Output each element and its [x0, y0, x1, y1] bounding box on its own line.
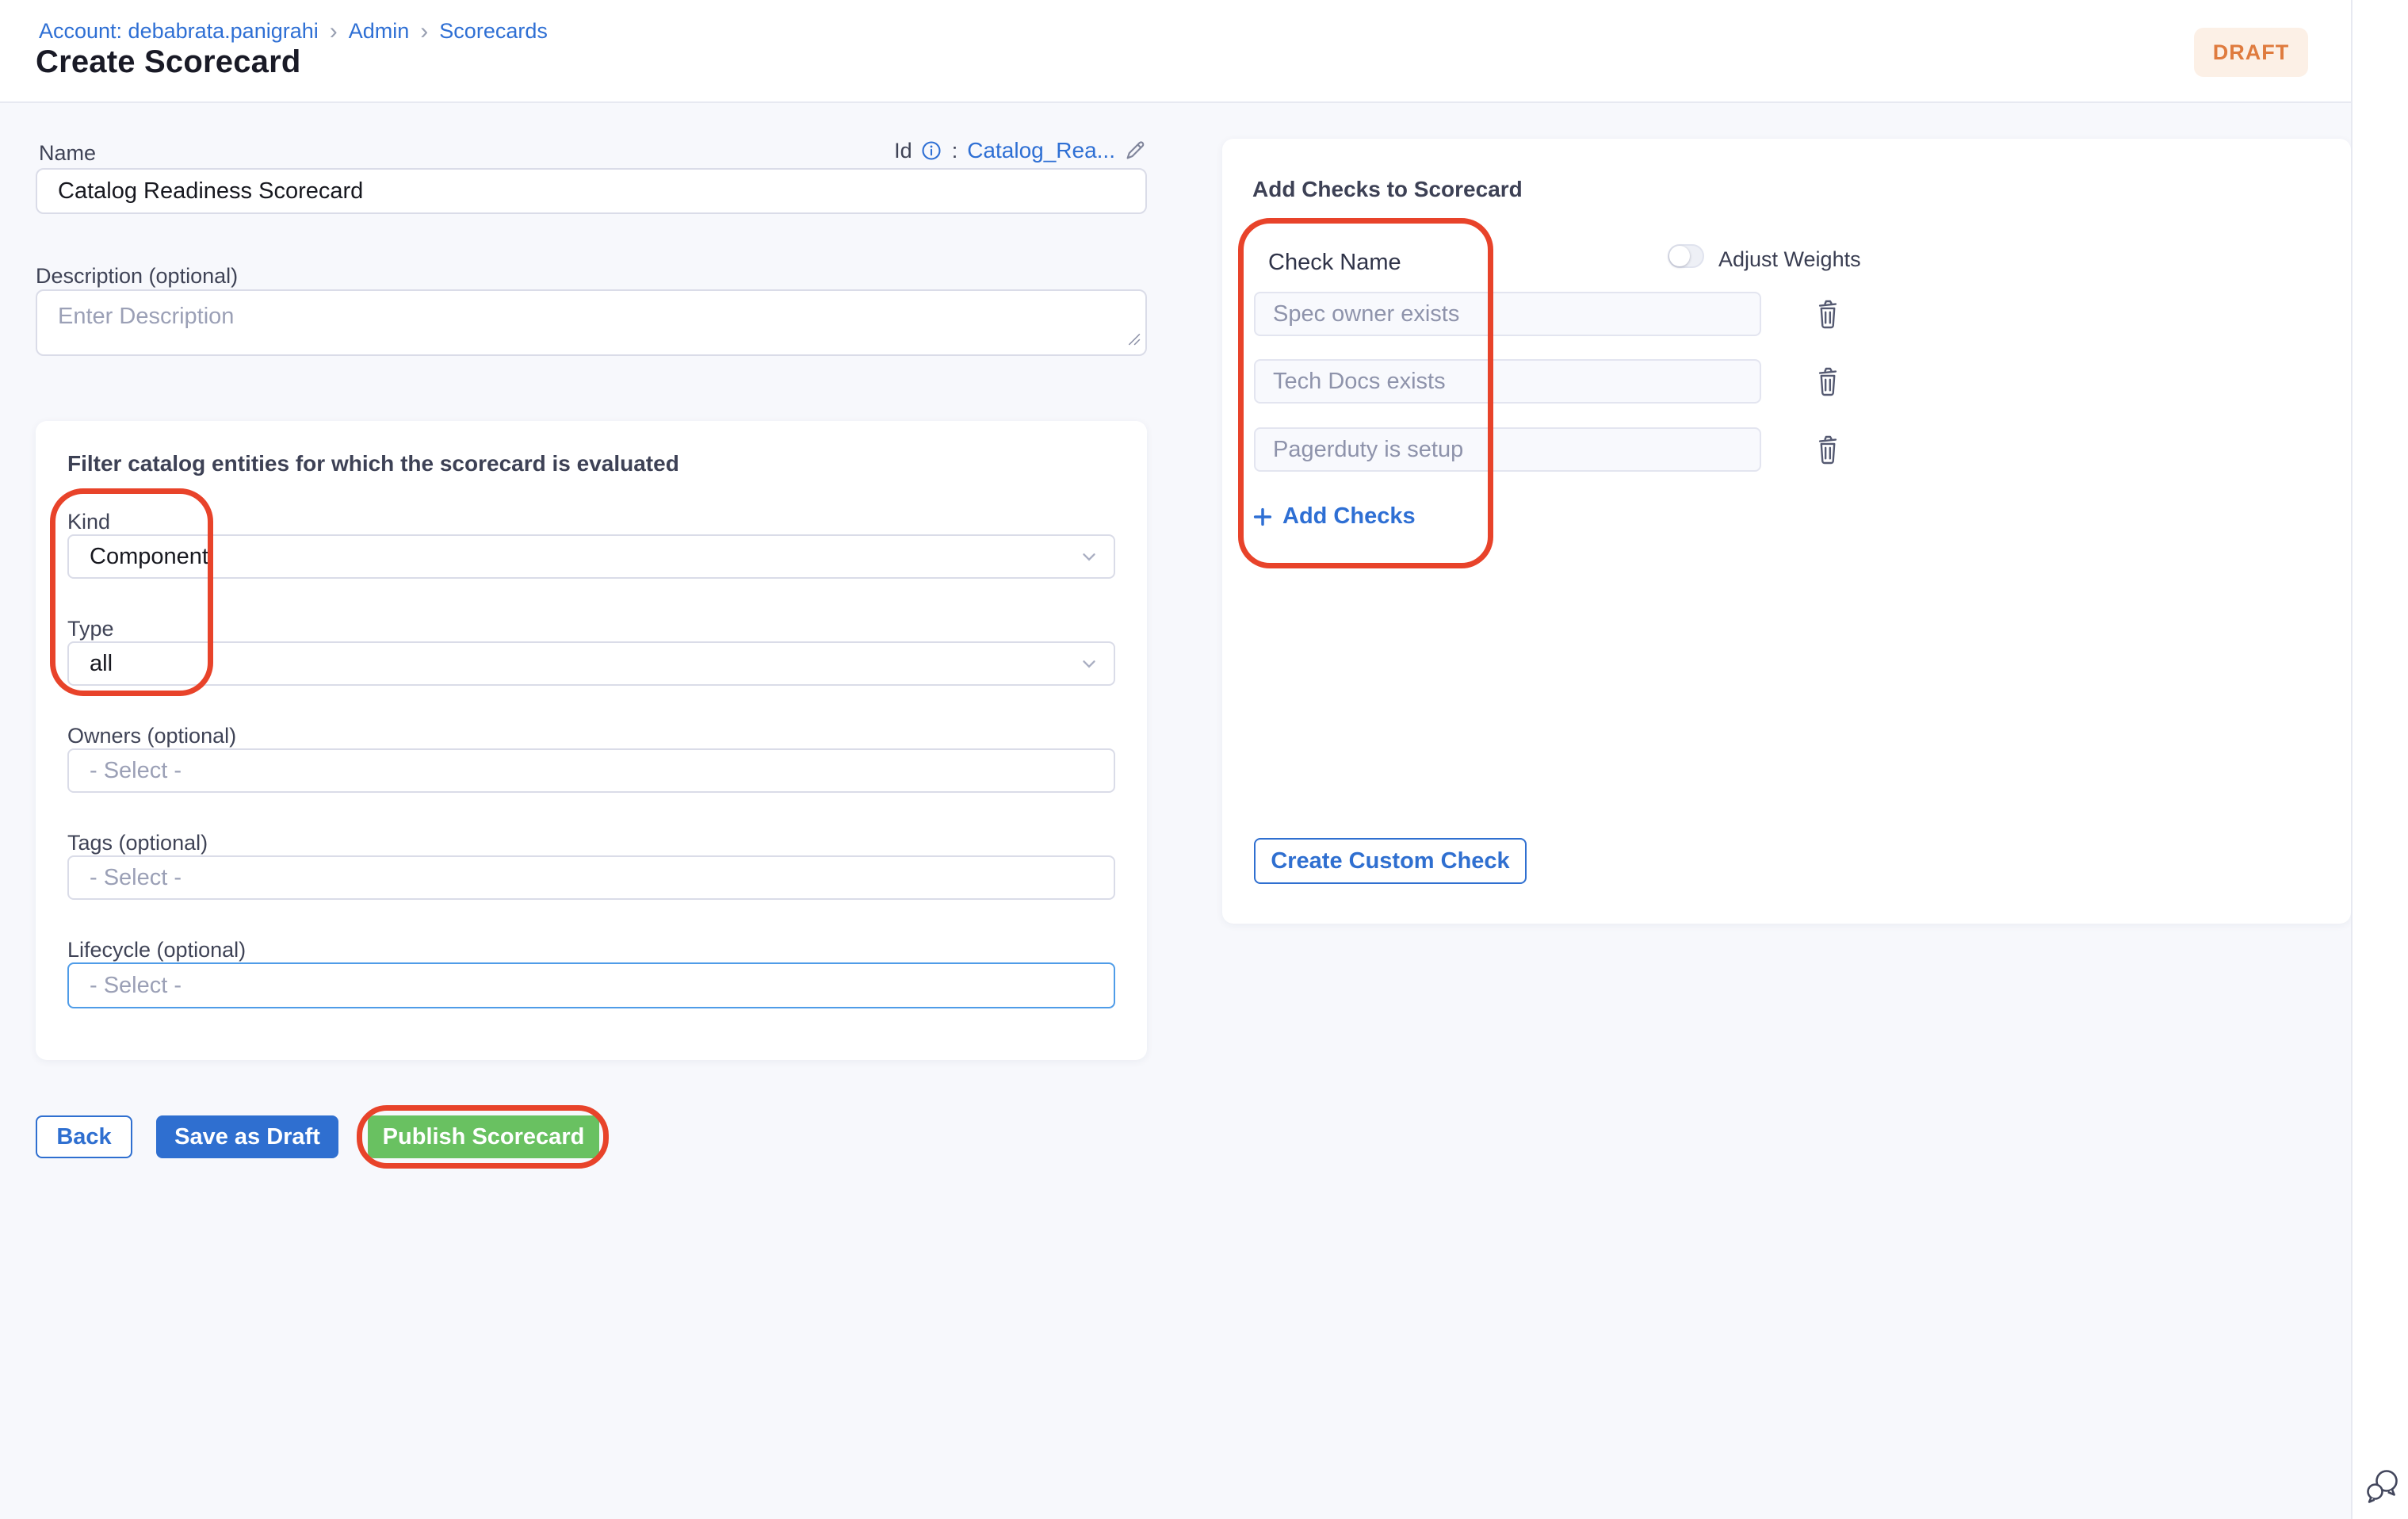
description-textarea[interactable]: [36, 289, 1147, 356]
scorecard-id-row: Id : Catalog_Rea...: [36, 138, 1147, 163]
delete-check-icon[interactable]: [1812, 365, 1844, 400]
publish-scorecard-button[interactable]: Publish Scorecard: [368, 1115, 599, 1158]
chat-bubbles-icon[interactable]: [2364, 1467, 2402, 1506]
check-name-input[interactable]: Tech Docs exists: [1254, 359, 1761, 404]
status-badge: DRAFT: [2194, 28, 2308, 77]
scorecard-name-input[interactable]: [36, 168, 1147, 214]
owners-select-placeholder: - Select -: [90, 758, 182, 784]
chevron-down-icon: [1079, 653, 1099, 674]
info-icon[interactable]: [920, 140, 942, 162]
adjust-weights-toggle[interactable]: [1668, 244, 1704, 268]
add-checks-heading: Add Checks to Scorecard: [1252, 177, 1523, 202]
toggle-knob: [1669, 246, 1690, 266]
filter-card: Filter catalog entities for which the sc…: [36, 421, 1147, 1060]
tags-label: Tags (optional): [67, 831, 208, 855]
tags-select[interactable]: - Select -: [67, 855, 1115, 900]
page-header: Account: debabrata.panigrahi › Admin › S…: [0, 0, 2351, 103]
kind-select[interactable]: Component: [67, 534, 1115, 579]
type-select-value: all: [90, 651, 113, 677]
id-separator: :: [950, 139, 960, 163]
scorecard-id-link[interactable]: Catalog_Rea...: [967, 138, 1115, 163]
breadcrumb-separator-icon: ›: [419, 21, 430, 42]
create-scorecard-page: Account: debabrata.panigrahi › Admin › S…: [0, 0, 2408, 1519]
breadcrumb-scorecards-link[interactable]: Scorecards: [439, 19, 548, 44]
lifecycle-select-placeholder: - Select -: [90, 973, 182, 999]
create-custom-check-button[interactable]: Create Custom Check: [1254, 838, 1527, 884]
tags-select-placeholder: - Select -: [90, 865, 182, 891]
add-checks-button[interactable]: Add Checks: [1251, 503, 1416, 530]
page-title: Create Scorecard: [36, 44, 301, 80]
resize-handle-icon[interactable]: [1126, 331, 1141, 350]
type-label: Type: [67, 617, 114, 641]
check-name-input[interactable]: Pagerduty is setup: [1254, 427, 1761, 472]
description-label: Description (optional): [36, 264, 238, 289]
check-name-column-header: Check Name: [1268, 250, 1401, 276]
lifecycle-label: Lifecycle (optional): [67, 938, 246, 962]
edit-id-pencil-icon[interactable]: [1123, 139, 1147, 163]
add-checks-panel: Add Checks to Scorecard Check Name Adjus…: [1222, 139, 2351, 924]
add-checks-label: Add Checks: [1282, 503, 1416, 530]
owners-label: Owners (optional): [67, 724, 236, 748]
breadcrumb-account-link[interactable]: Account: debabrata.panigrahi: [39, 19, 319, 44]
back-button[interactable]: Back: [36, 1115, 132, 1158]
plus-icon: [1251, 505, 1275, 529]
breadcrumb: Account: debabrata.panigrahi › Admin › S…: [39, 19, 548, 44]
adjust-weights-label: Adjust Weights: [1718, 247, 1861, 272]
kind-select-value: Component: [90, 544, 208, 570]
delete-check-icon[interactable]: [1812, 433, 1844, 468]
delete-check-icon[interactable]: [1812, 297, 1844, 332]
check-name-input[interactable]: Spec owner exists: [1254, 292, 1761, 336]
type-select[interactable]: all: [67, 641, 1115, 686]
chevron-down-icon: [1079, 546, 1099, 567]
breadcrumb-admin-link[interactable]: Admin: [349, 19, 410, 44]
breadcrumb-separator-icon: ›: [328, 21, 339, 42]
id-label: Id: [894, 139, 912, 163]
owners-select[interactable]: - Select -: [67, 748, 1115, 793]
help-rail: [2351, 0, 2408, 1519]
lifecycle-select[interactable]: - Select -: [67, 962, 1115, 1008]
save-as-draft-button[interactable]: Save as Draft: [156, 1115, 338, 1158]
description-field-wrap: [36, 289, 1147, 356]
filter-heading: Filter catalog entities for which the sc…: [67, 451, 679, 476]
kind-label: Kind: [67, 510, 110, 534]
